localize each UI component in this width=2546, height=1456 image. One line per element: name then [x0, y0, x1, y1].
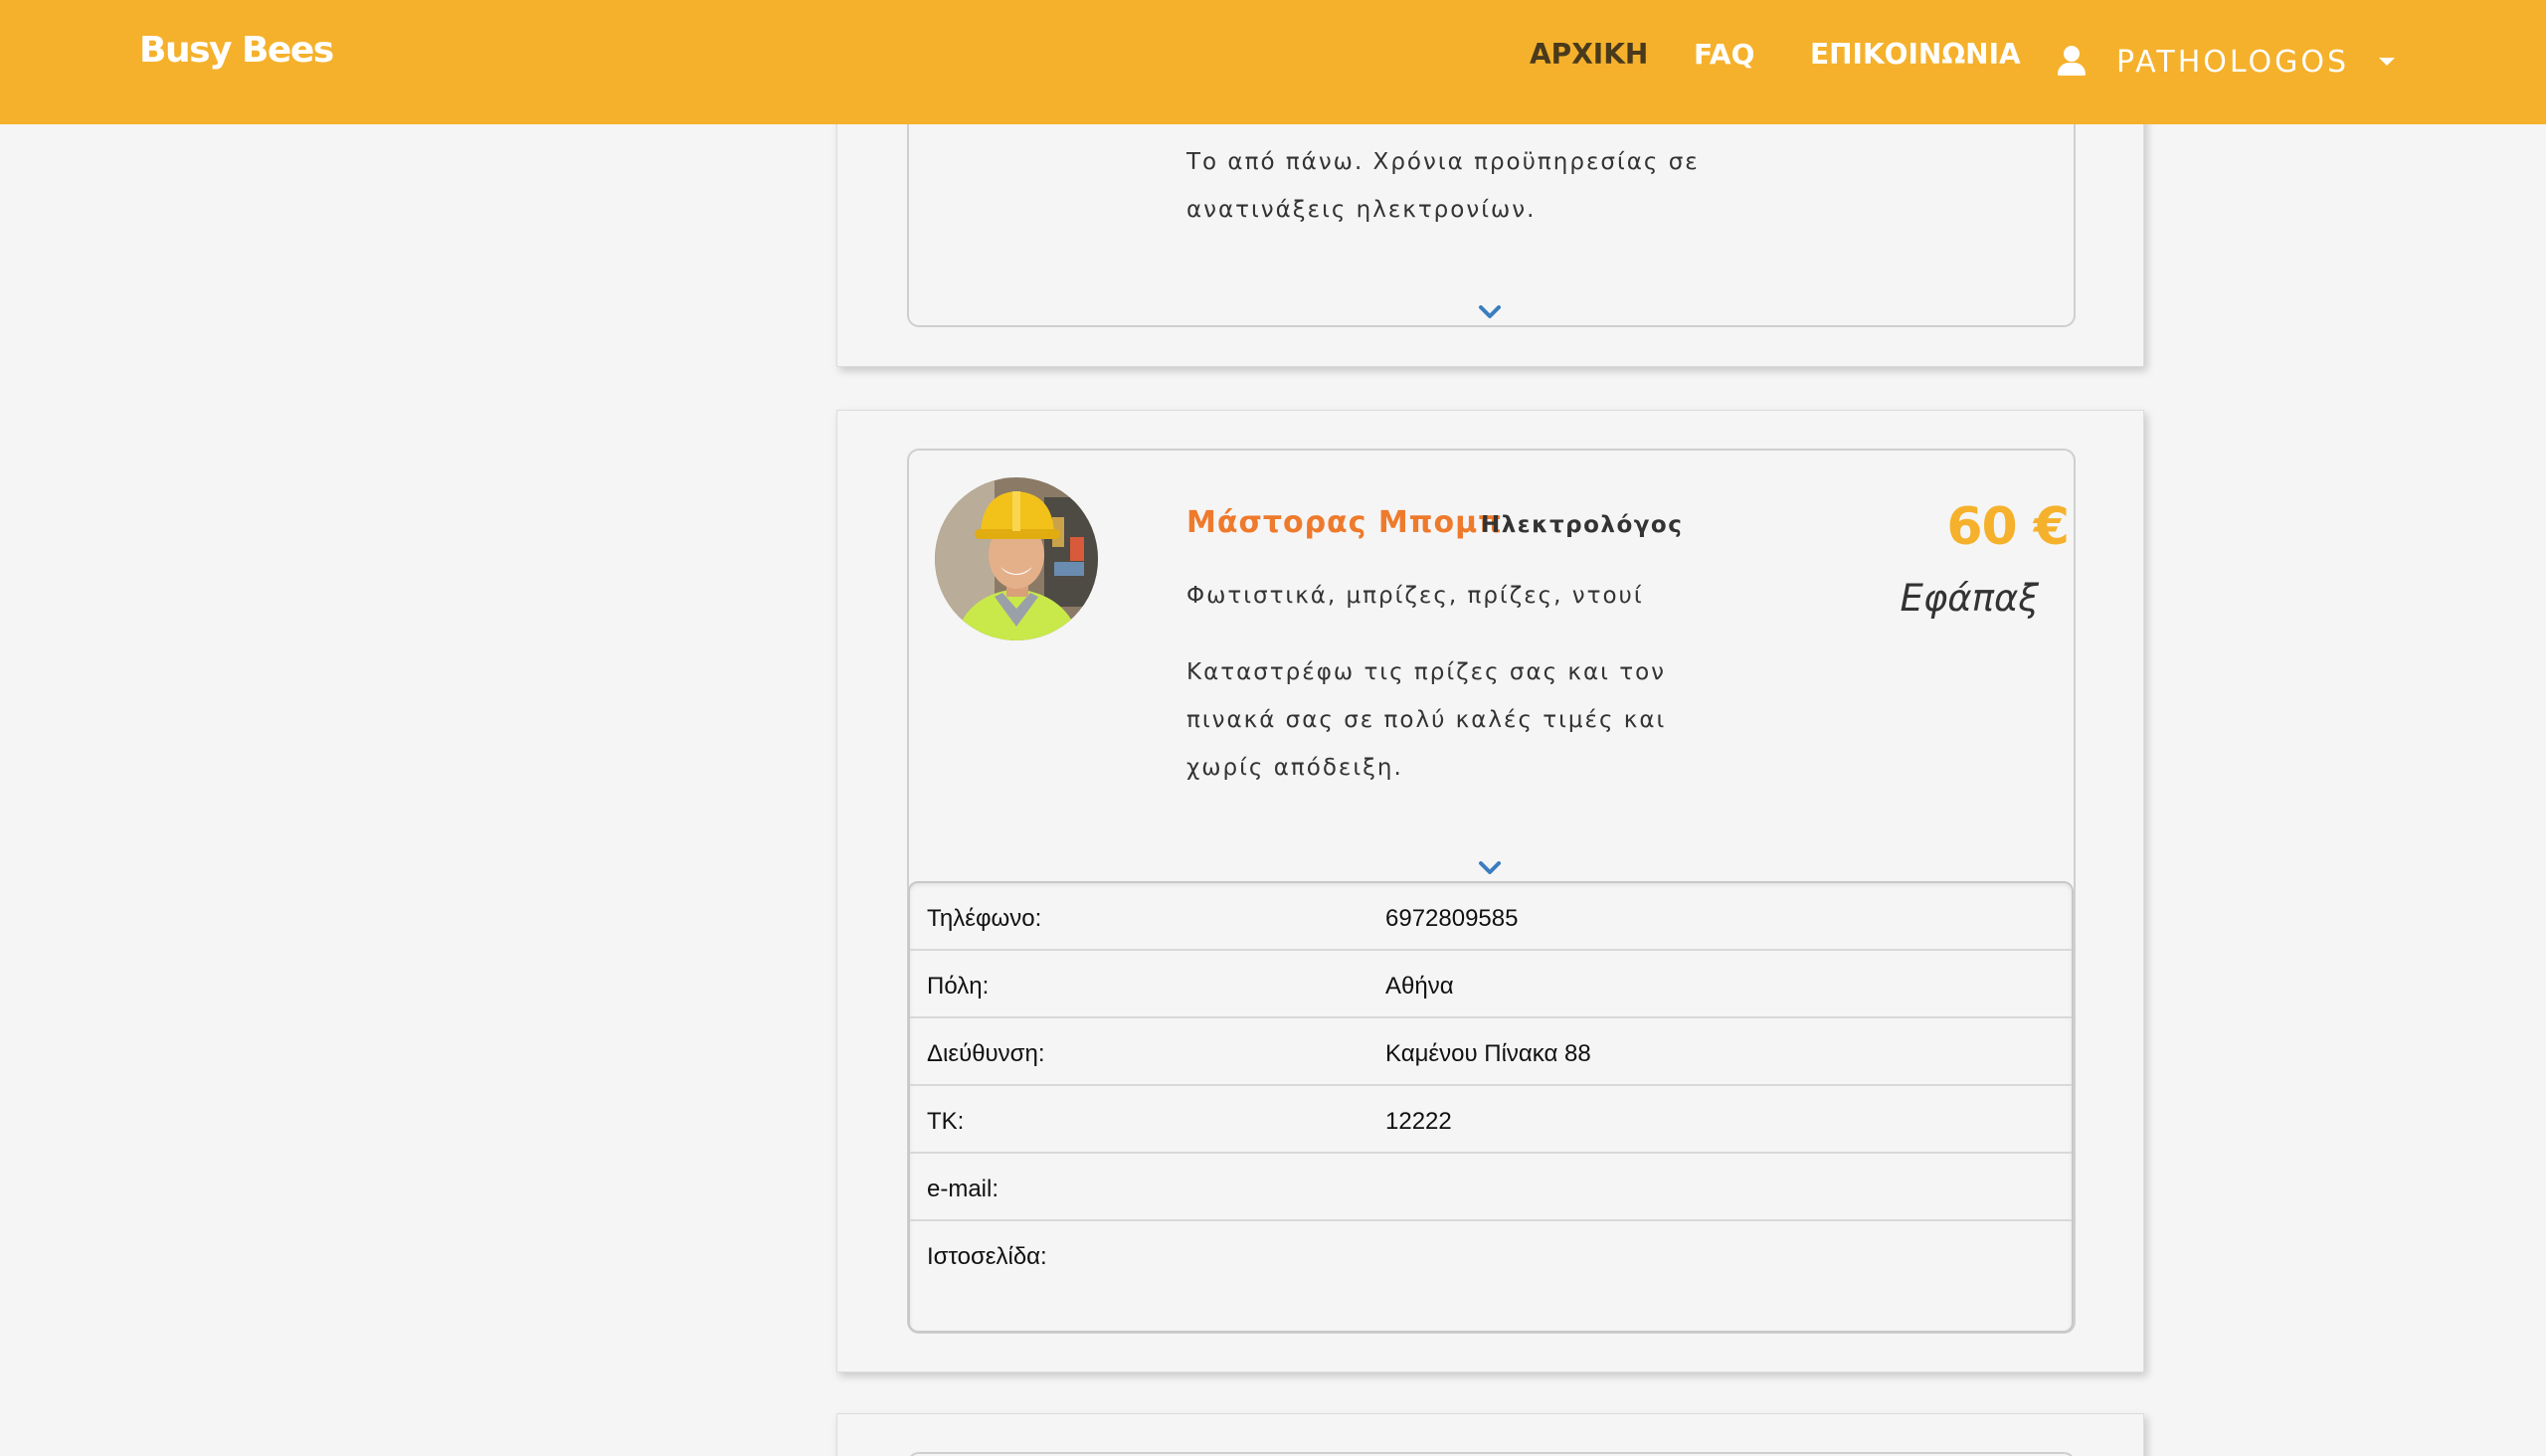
contact-details-table: Τηλέφωνο: 6972809585 Πόλη: Αθήνα Διεύθυν…: [908, 881, 2074, 1333]
city-label: Πόλη:: [927, 973, 990, 1000]
phone-value: 6972809585: [1385, 905, 1519, 932]
table-row: Τηλέφωνο: 6972809585: [910, 883, 2072, 951]
worker-avatar: [935, 477, 1098, 640]
nav-link-contact[interactable]: ΕΠΙΚΟΙΝΩΝΙΑ: [1810, 38, 2021, 71]
professional-card-next: [836, 1413, 2144, 1456]
table-row: Ιστοσελίδα:: [910, 1221, 2072, 1289]
caret-down-icon: [2379, 58, 2396, 66]
table-row: Πόλη: Αθήνα: [910, 951, 2072, 1018]
email-label: e-mail:: [927, 1176, 1000, 1202]
table-row: ΤΚ: 12222: [910, 1086, 2072, 1154]
professional-description: Καταστρέφω τις πρίζες σας και τον πινακά…: [1186, 659, 1667, 781]
city-value: Αθήνα: [1385, 973, 1454, 1000]
chevron-down-icon[interactable]: [1479, 305, 1501, 319]
address-value: Καμένου Πίνακα 88: [1385, 1040, 1591, 1067]
navbar: Busy Bees ΑΡΧΙΚΗ FAQ ΕΠΙΚΟΙΝΩΝΙΑ PATHOLO…: [0, 0, 2546, 124]
website-label: Ιστοσελίδα:: [927, 1243, 1047, 1270]
nav-link-home[interactable]: ΑΡΧΙΚΗ: [1530, 38, 1648, 71]
postal-code-value: 12222: [1385, 1108, 1452, 1135]
professional-description: Το από πάνω. Χρόνια προϋπηρεσίας σε ανατ…: [1186, 149, 1700, 223]
postal-code-label: ΤΚ:: [927, 1108, 965, 1135]
table-row: e-mail:: [910, 1154, 2072, 1221]
card-inner: [907, 1452, 2076, 1456]
professional-name[interactable]: Μάστορας Μπομπ: [1186, 505, 1503, 540]
address-label: Διεύθυνση:: [927, 1040, 1045, 1067]
price-value: 60 €: [1946, 497, 2070, 557]
user-icon: [2057, 46, 2087, 78]
phone-label: Τηλέφωνο:: [927, 905, 1042, 932]
brand-logo[interactable]: Busy Bees: [139, 30, 334, 71]
chevron-down-icon[interactable]: [1479, 861, 1501, 875]
price-type: Εφάπαξ: [1900, 577, 2039, 620]
user-name: PATHOLOGOS: [2116, 44, 2350, 80]
professional-tags: Φωτιστικά, μπρίζες, πρίζες, ντουί: [1186, 583, 1644, 609]
table-row: Διεύθυνση: Καμένου Πίνακα 88: [910, 1018, 2072, 1086]
professional-role: Ηλεκτρολόγος: [1481, 512, 1684, 538]
nav-link-faq[interactable]: FAQ: [1694, 38, 1754, 71]
user-menu[interactable]: PATHOLOGOS: [2057, 40, 2396, 84]
